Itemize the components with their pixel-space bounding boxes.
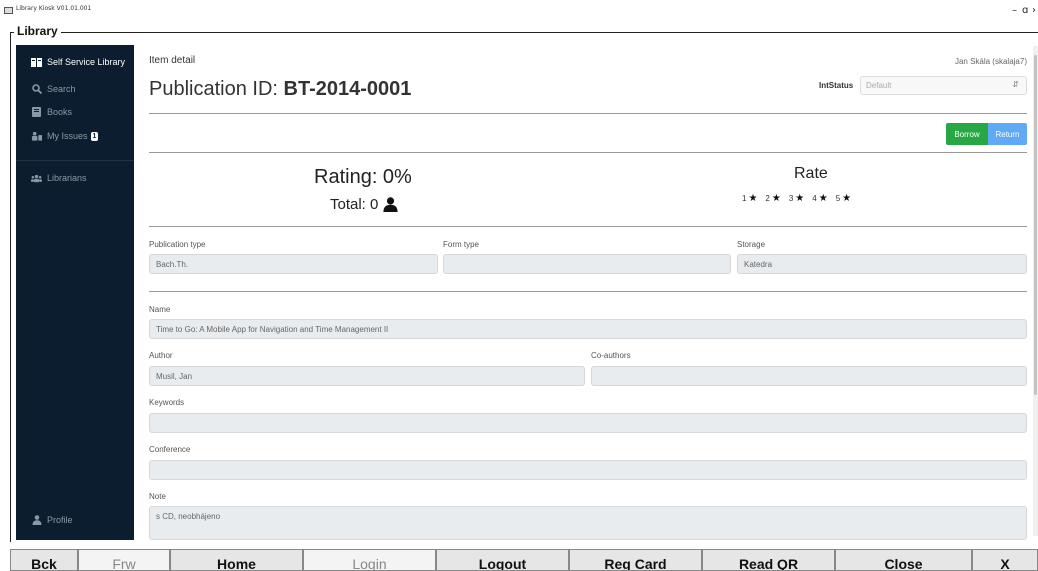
- coauthors-label: Co-authors: [591, 351, 631, 360]
- sidebar-item-my-issues[interactable]: My Issues 1: [31, 131, 99, 141]
- rate-star-2[interactable]: 2 ★: [765, 193, 780, 204]
- divider: [149, 226, 1027, 227]
- star-number: 3: [788, 194, 794, 203]
- user-icon: [31, 515, 42, 525]
- sidebar-item-label: Self Service Library: [47, 57, 126, 67]
- page-title-prefix: Publication ID:: [149, 78, 284, 100]
- close-button[interactable]: Close: [835, 549, 972, 571]
- exit-button[interactable]: X: [972, 549, 1038, 571]
- back-button[interactable]: Bck: [10, 549, 78, 571]
- publication-type-field: Bach.Th.: [149, 254, 438, 274]
- total-text: Total: 0: [330, 196, 379, 213]
- sidebar-item-label: Librarians: [47, 173, 87, 183]
- page-title: Publication ID: BT-2014-0001: [149, 78, 411, 101]
- user-icon: [383, 197, 398, 212]
- home-button[interactable]: Home: [170, 549, 303, 571]
- star-icon: ★: [771, 193, 781, 204]
- main-content: Item detail Jan Skála (skalaja7) Publica…: [149, 45, 1027, 540]
- storage-field: Katedra: [737, 254, 1027, 274]
- logout-button[interactable]: Logout: [436, 549, 569, 571]
- sidebar: Self Service Library Search Books My Iss…: [16, 45, 134, 540]
- rate-star-3[interactable]: 3 ★: [789, 193, 804, 204]
- book-icon: [31, 107, 42, 117]
- users-icon: [31, 173, 42, 183]
- sidebar-item-librarians[interactable]: Librarians: [31, 173, 87, 183]
- intstatus-label: IntStatus: [819, 81, 854, 90]
- rate-stars: 1 ★ 2 ★ 3 ★ 4 ★ 5 ★: [742, 193, 859, 204]
- rate-title: Rate: [794, 165, 828, 182]
- keywords-field: [149, 413, 1027, 433]
- sidebar-item-label: My Issues: [47, 131, 88, 141]
- star-icon: ★: [748, 193, 758, 204]
- note-label: Note: [149, 492, 166, 501]
- breadcrumb: Item detail: [149, 55, 196, 66]
- select-arrows-icon: ⇵: [1012, 80, 1019, 89]
- sidebar-item-label: Books: [47, 107, 73, 117]
- intstatus-value: Default: [866, 81, 892, 90]
- reg-card-button[interactable]: Reg Card: [569, 549, 702, 571]
- window-title-bar: Library Kiosk V01.01.001 – ɑ ›: [0, 0, 1038, 22]
- read-qr-button[interactable]: Read QR: [702, 549, 835, 571]
- divider: [149, 152, 1027, 153]
- sidebar-item-search[interactable]: Search: [31, 84, 76, 94]
- star-number: 5: [835, 194, 841, 203]
- author-field: Musil, Jan: [149, 366, 585, 386]
- sidebar-item-self-service-library[interactable]: Self Service Library: [31, 57, 125, 67]
- keywords-label: Keywords: [149, 398, 185, 407]
- star-number: 2: [765, 194, 770, 203]
- minimize-button[interactable]: –: [1012, 6, 1017, 16]
- window-close-button[interactable]: ›: [1032, 6, 1036, 16]
- sidebar-item-label: Profile: [47, 515, 73, 525]
- coauthors-field: [591, 366, 1027, 386]
- bottom-button-bar: Bck Frw Home Login Logout Reg Card Read …: [0, 547, 1038, 571]
- note-field: s CD, neobhájeno: [149, 506, 1027, 540]
- divider: [149, 291, 1027, 292]
- author-label: Author: [149, 351, 173, 360]
- divider: [149, 113, 1027, 114]
- form-type-field: [443, 254, 731, 274]
- sidebar-divider: [16, 160, 134, 161]
- person-box-icon: [31, 131, 42, 141]
- sidebar-item-books[interactable]: Books: [31, 107, 72, 117]
- issues-count-badge: 1: [90, 131, 99, 141]
- borrow-button[interactable]: Borrow: [946, 123, 988, 145]
- rate-star-4[interactable]: 4 ★: [812, 193, 827, 204]
- search-icon: [31, 84, 42, 94]
- star-number: 4: [812, 194, 817, 203]
- star-icon: ★: [842, 193, 852, 204]
- conference-label: Conference: [149, 445, 191, 454]
- return-button[interactable]: Return: [988, 123, 1027, 145]
- rating-text: Rating: 0%: [314, 166, 412, 188]
- star-icon: ★: [818, 193, 828, 204]
- login-button[interactable]: Login: [303, 549, 436, 571]
- star-icon: ★: [795, 193, 805, 204]
- publication-type-label: Publication type: [149, 240, 206, 249]
- name-field: Time to Go: A Mobile App for Navigation …: [149, 319, 1027, 339]
- total-ratings: Total: 0: [330, 196, 398, 213]
- library-group-label: Library: [14, 24, 61, 38]
- book-open-icon: [31, 57, 42, 67]
- current-user: Jan Skála (skalaja7): [954, 57, 1027, 66]
- publication-id: BT-2014-0001: [283, 78, 412, 100]
- maximize-button[interactable]: ɑ: [1022, 6, 1028, 16]
- name-label: Name: [149, 305, 171, 314]
- sidebar-item-label: Search: [47, 84, 76, 94]
- star-number: 1: [742, 194, 747, 203]
- window-title: Library Kiosk V01.01.001: [16, 5, 92, 12]
- form-type-label: Form type: [443, 240, 480, 249]
- storage-label: Storage: [737, 240, 766, 249]
- rate-star-1[interactable]: 1 ★: [742, 193, 757, 204]
- forward-button[interactable]: Frw: [78, 549, 170, 571]
- scrollbar-thumb[interactable]: [1034, 55, 1037, 395]
- conference-field: [149, 460, 1027, 480]
- sidebar-item-profile[interactable]: Profile: [31, 515, 73, 525]
- intstatus-select[interactable]: Default ⇵: [860, 76, 1027, 95]
- rate-star-5[interactable]: 5 ★: [836, 193, 851, 204]
- app-icon: [4, 7, 13, 14]
